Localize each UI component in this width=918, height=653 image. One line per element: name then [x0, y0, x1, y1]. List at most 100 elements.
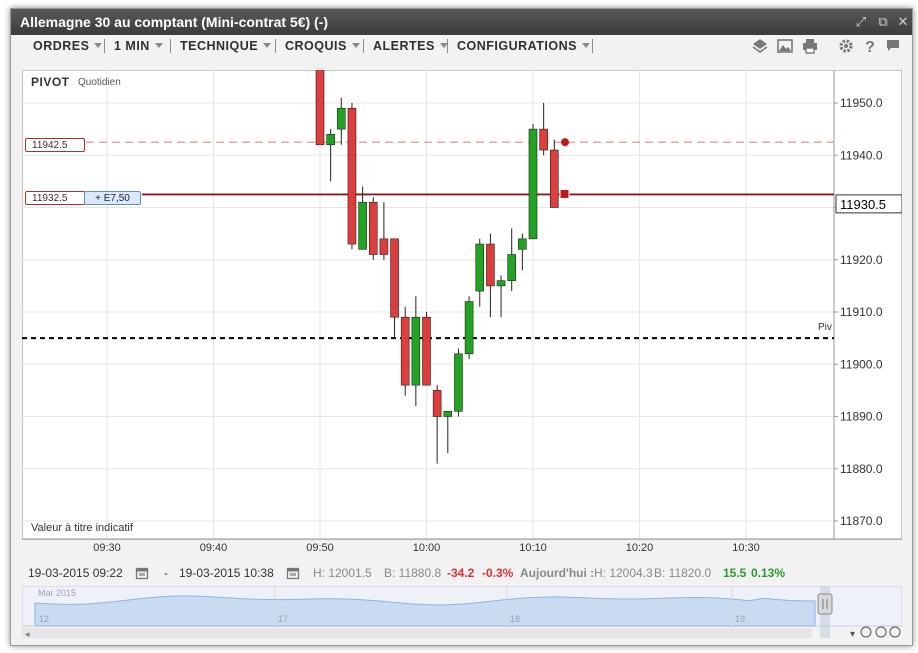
reset-zoom-icon[interactable]	[875, 626, 887, 638]
layers-icon[interactable]	[751, 37, 769, 55]
status-bar: 19-03-2015 09:22 - 19-03-2015 10:38 H: 1…	[22, 564, 902, 582]
calendar-icon[interactable]	[286, 566, 300, 580]
position-marker[interactable]	[559, 188, 570, 199]
candle-body[interactable]	[400, 316, 410, 386]
menu-configurations-label: CONFIGURATIONS	[457, 39, 577, 53]
chevron-down-icon	[154, 43, 163, 48]
candle-body[interactable]	[432, 390, 442, 417]
today-label: Aujourd'hui :	[520, 566, 595, 580]
pivot-period-label: Quotidien	[78, 77, 121, 88]
candle-body[interactable]	[486, 243, 495, 287]
svg-text:?: ?	[865, 39, 875, 55]
range-change-pct: -0.3%	[482, 566, 514, 580]
range-change: -34.2	[447, 566, 475, 580]
y-tick-label: 11870.0	[840, 514, 883, 528]
navigator-month-label: Mar 2015	[38, 588, 76, 598]
candle-body[interactable]	[528, 128, 538, 240]
y-tick-label: 11940.0	[840, 148, 883, 162]
pivot-line-label: Piv	[818, 322, 832, 333]
close-icon[interactable]: ✕	[895, 14, 911, 30]
chevron-down-icon	[581, 43, 590, 48]
print-icon[interactable]	[801, 37, 819, 55]
calendar-icon[interactable]	[135, 566, 149, 580]
menu-configurations[interactable]: CONFIGURATIONS	[457, 39, 590, 53]
horizontal-scrollbar[interactable]	[22, 628, 812, 638]
menu-technique-label: TECHNIQUE	[180, 39, 259, 53]
navigator-day-label: 19	[735, 614, 745, 624]
navigator-day-label: 17	[278, 614, 288, 624]
today-high: H: 12004.3	[594, 566, 653, 580]
pivot-indicator-label: PIVOT	[31, 75, 70, 89]
candle-body[interactable]	[454, 353, 463, 412]
gear-icon[interactable]	[837, 37, 855, 55]
candle-body[interactable]	[475, 243, 485, 292]
candle-body[interactable]	[422, 316, 431, 386]
candlestick-chart[interactable]: 11950.011940.011930.011920.011910.011900…	[22, 70, 902, 560]
navigator-overview[interactable]: Mar 2015 12 17 18 19 ◂ ▾	[22, 586, 902, 638]
indicative-value-note: Valeur à titre indicatif	[31, 522, 133, 534]
y-tick-label: 11950.0	[840, 96, 883, 110]
menu-ordres-label: ORDRES	[33, 39, 90, 53]
menu-croquis[interactable]: CROQUIS	[285, 39, 360, 53]
zoom-out-icon[interactable]	[860, 626, 872, 638]
menu-ordres[interactable]: ORDRES	[33, 39, 103, 53]
x-tick-label: 10:10	[519, 542, 547, 554]
chevron-down-icon	[351, 43, 360, 48]
x-tick-label: 09:40	[200, 542, 228, 554]
navigator-day-label: 12	[39, 614, 49, 624]
comment-icon[interactable]	[884, 37, 902, 55]
x-tick-label: 10:20	[626, 542, 654, 554]
candle-body[interactable]	[443, 410, 453, 417]
position-level-tag[interactable]: 11932.5	[25, 191, 85, 205]
order-marker[interactable]	[561, 138, 569, 147]
candle-body[interactable]	[336, 107, 346, 130]
scroll-left-icon[interactable]: ◂	[25, 629, 30, 638]
navigator-day-label: 18	[510, 614, 520, 624]
range-dash: -	[164, 566, 168, 580]
candle-body[interactable]	[347, 107, 357, 245]
menu-croquis-label: CROQUIS	[285, 39, 347, 53]
candle-body[interactable]	[326, 134, 335, 146]
candle-body[interactable]	[358, 201, 367, 250]
y-tick-label: 11910.0	[840, 305, 883, 319]
window-title: Allemagne 30 au comptant (Mini-contrat 5…	[20, 14, 329, 30]
menu-interval[interactable]: 1 MIN	[114, 39, 163, 53]
menu-separator	[363, 39, 364, 53]
popout-icon[interactable]: ⧉	[875, 14, 891, 30]
candle-body[interactable]	[379, 238, 389, 255]
candle-body[interactable]	[464, 301, 474, 355]
scroll-down-icon[interactable]: ▾	[850, 629, 855, 638]
help-icon[interactable]: ?	[861, 37, 879, 55]
menu-interval-label: 1 MIN	[114, 39, 150, 53]
chevron-down-icon	[263, 43, 272, 48]
candle-body[interactable]	[539, 128, 548, 151]
candle-body[interactable]	[411, 316, 421, 386]
image-icon[interactable]	[776, 37, 794, 55]
menu-separator	[170, 39, 171, 53]
y-tick-label: 11900.0	[840, 357, 883, 371]
navigator-drag-handle[interactable]	[817, 593, 833, 615]
maximize-icon[interactable]: ⤢	[853, 14, 869, 30]
menu-technique[interactable]: TECHNIQUE	[180, 39, 272, 53]
order-level-tag[interactable]: 11942.5	[25, 138, 85, 152]
today-change-pct: 0.13%	[751, 566, 786, 580]
range-low: B: 11880.8	[384, 566, 442, 580]
candle-body[interactable]	[507, 254, 517, 281]
range-end-date: 19-03-2015 10:38	[179, 566, 274, 580]
x-tick-label: 09:50	[306, 542, 334, 554]
menu-alertes[interactable]: ALERTES	[373, 39, 448, 53]
position-pl-badge[interactable]: + E7,50	[84, 191, 141, 205]
x-tick-label: 09:30	[93, 542, 121, 554]
candle-body[interactable]	[496, 280, 506, 287]
y-tick-label: 11920.0	[840, 253, 883, 267]
zoom-in-icon[interactable]	[889, 626, 901, 638]
candle-body[interactable]	[368, 201, 378, 255]
candle-body[interactable]	[390, 238, 399, 318]
range-high: H: 12001.5	[313, 566, 372, 580]
y-tick-label: 11890.0	[840, 410, 883, 424]
range-start-date: 19-03-2015 09:22	[28, 566, 123, 580]
candle-body[interactable]	[549, 149, 559, 208]
chevron-down-icon	[94, 43, 103, 48]
candle-body[interactable]	[518, 238, 527, 250]
candle-body[interactable]	[315, 70, 325, 146]
